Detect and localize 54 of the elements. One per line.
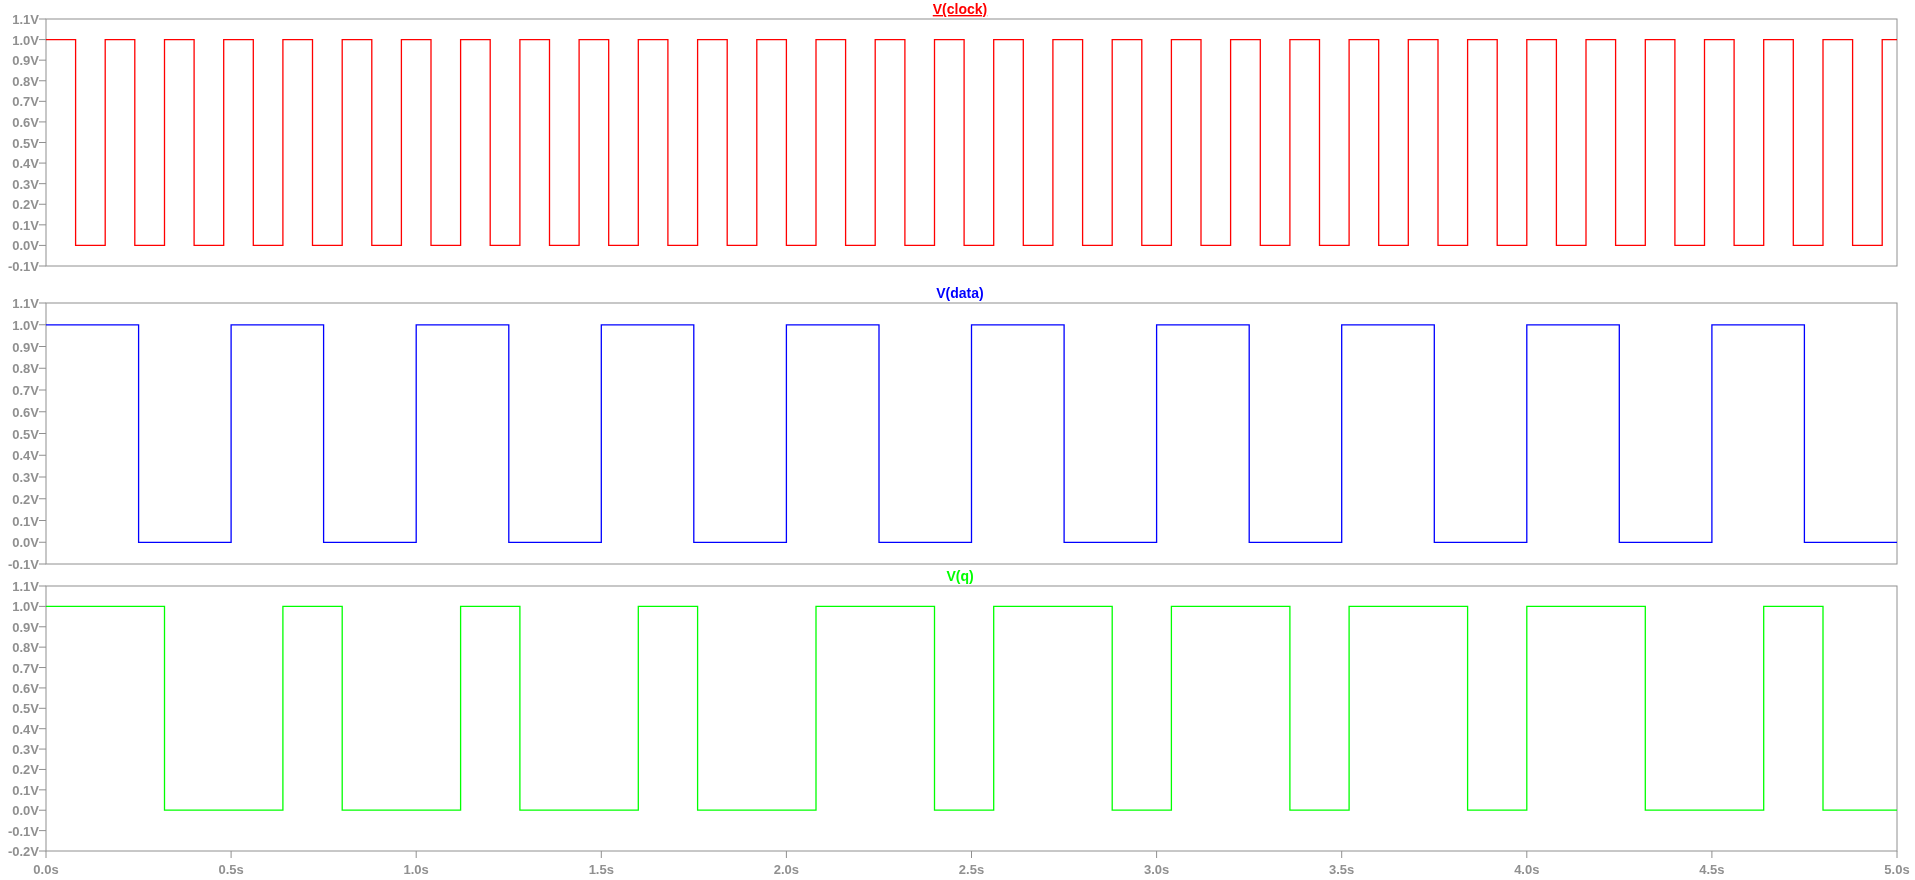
y-tick-label: 1.0V [12,32,39,48]
y-tick-label: 0.0V [12,535,39,551]
y-tick-label: 1.0V [12,599,39,615]
x-tick-label: 0.0s [33,862,59,877]
y-tick-label: 0.3V [12,470,39,485]
y-tick-label: 0.1V [12,217,39,233]
y-tick-label: 0.5V [12,701,39,717]
y-tick-label: 0.7V [12,94,39,110]
y-tick-label: 1.1V [12,579,39,594]
y-tick-label: -0.1V [7,823,39,839]
y-tick-label: 1.1V [12,296,39,311]
trace-title: V(q) [946,570,974,584]
y-tick-label: 0.1V [12,782,39,798]
y-tick-label: 0.6V [12,404,39,420]
y-tick-label: 0.2V [12,491,39,507]
trace-title: V(data) [936,285,984,301]
y-tick-label: 0.4V [12,721,39,737]
x-tick-label: 3.0s [1143,862,1170,877]
x-tick-label: 3.5s [1329,862,1355,877]
y-tick-label: 0.3V [12,176,39,192]
y-tick-label: 0.6V [12,680,39,696]
y-tick-label: 0.2V [12,197,39,213]
x-tick-label: 1.5s [588,862,614,877]
y-tick-label: 0.9V [12,53,39,69]
y-tick-label: 0.8V [12,361,39,377]
y-tick-label: 0.2V [12,762,39,778]
y-tick-label: -0.1V [7,557,39,570]
y-tick-label: 0.0V [12,803,39,819]
y-tick-label: 0.9V [12,339,39,355]
y-tick-label: -0.1V [7,259,39,274]
y-tick-label: 0.5V [12,135,39,151]
y-tick-label: 0.4V [12,448,39,464]
trace-title: V(clock) [932,1,988,17]
x-tick-label: 2.0s [773,862,800,877]
y-tick-label: 0.9V [12,619,39,635]
y-tick-label: 0.1V [12,513,39,529]
y-tick-label: 1.1V [12,12,39,27]
y-tick-label: 0.8V [12,73,39,89]
y-tick-label: 0.0V [12,238,39,254]
x-tick-label: 0.5s [218,862,244,877]
x-tick-label: 1.0s [403,862,429,877]
x-tick-label: 2.5s [958,862,985,877]
y-tick-label: 0.7V [12,660,39,676]
y-tick-label: 0.8V [12,640,39,656]
x-tick-label: 4.0s [1514,862,1540,877]
y-tick-label: 0.5V [12,426,39,442]
y-tick-label: 0.3V [12,742,39,758]
y-tick-label: 0.7V [12,383,39,398]
y-tick-label: -0.2V [7,844,39,859]
x-tick-label: 5.0s [1884,862,1910,877]
y-tick-label: 1.0V [12,317,39,333]
y-tick-label: 0.6V [12,114,39,130]
y-tick-label: 0.4V [12,156,39,172]
x-tick-label: 4.5s [1699,862,1725,877]
